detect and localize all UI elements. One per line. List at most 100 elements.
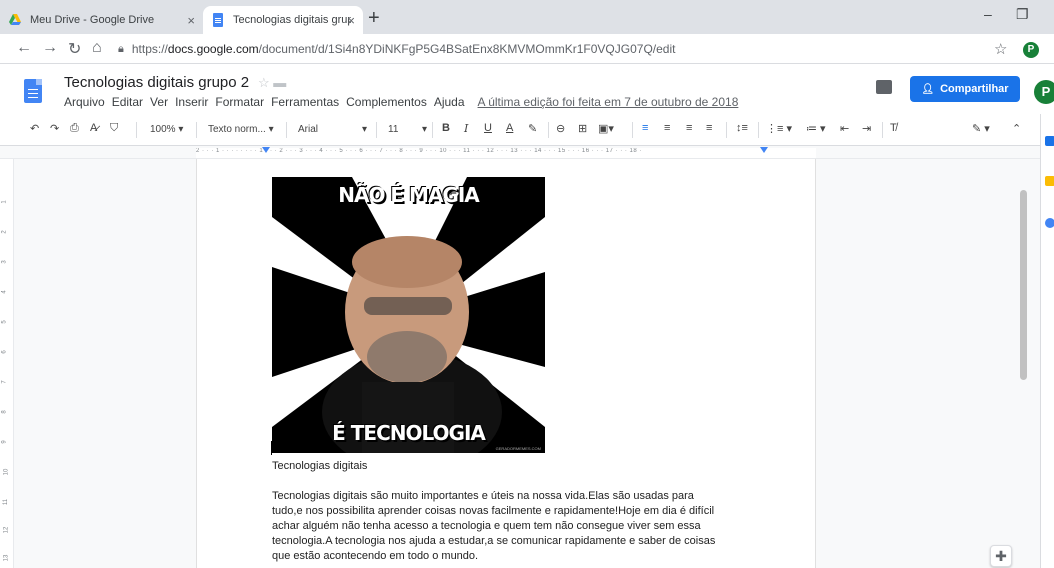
document-canvas: NÃO É MAGIA É TECNOLOGIA GERADORMEMES.CO… bbox=[15, 159, 1040, 568]
paragraph-line[interactable]: que estão acontecendo em todo o mundo. bbox=[272, 549, 752, 564]
ruler-scale: 2 · · · 1 · · · · · · · · 1 · · · 2 · · … bbox=[196, 148, 816, 158]
vertical-ruler: 1 2 3 4 5 6 7 8 9 10 11 12 13 bbox=[0, 159, 14, 568]
paint-format-icon[interactable]: ⛉ bbox=[110, 122, 118, 135]
ruler-mark: 13 bbox=[3, 554, 10, 562]
account-avatar[interactable]: P bbox=[1034, 80, 1054, 104]
meme-bottom-caption: É TECNOLOGIA bbox=[332, 421, 486, 445]
add-comment-icon[interactable]: ⊞ bbox=[578, 122, 587, 135]
minimize-icon[interactable]: – bbox=[984, 6, 992, 22]
comment-history-icon[interactable] bbox=[876, 80, 892, 94]
italic-icon[interactable]: I bbox=[464, 122, 468, 135]
forward-icon[interactable]: → bbox=[42, 39, 58, 57]
style-value: Texto norm... bbox=[208, 124, 266, 135]
close-icon[interactable]: × bbox=[347, 13, 355, 28]
insert-image-icon[interactable]: ▣▾ bbox=[598, 122, 614, 135]
browser-profile-avatar[interactable]: P bbox=[1023, 42, 1039, 58]
browser-tab-strip: Meu Drive - Google Drive × Tecnologias d… bbox=[0, 0, 1054, 34]
collapse-menus-icon[interactable]: ⌃ bbox=[1012, 122, 1021, 135]
link-icon[interactable]: ⊖ bbox=[556, 122, 565, 135]
document-heading[interactable]: Tecnologias digitais bbox=[272, 459, 752, 474]
menu-inserir[interactable]: Inserir bbox=[175, 95, 208, 109]
docs-logo-icon[interactable] bbox=[24, 79, 42, 103]
zoom-value: 100% bbox=[150, 124, 176, 135]
spellcheck-icon[interactable]: A̷ bbox=[90, 122, 97, 134]
google-docs-icon bbox=[213, 13, 223, 27]
ruler-mark: 3 bbox=[1, 260, 8, 264]
undo-icon[interactable]: ↶ bbox=[30, 122, 39, 135]
align-right-icon[interactable]: ≡ bbox=[686, 122, 692, 134]
align-left-icon[interactable]: ≡ bbox=[642, 122, 648, 134]
highlight-icon[interactable]: ✎ bbox=[528, 122, 537, 135]
google-drive-icon bbox=[9, 14, 21, 25]
menu-ferramentas[interactable]: Ferramentas bbox=[271, 95, 339, 109]
zoom-select[interactable]: 100% ▾ bbox=[150, 124, 183, 135]
ruler-mark: 11 bbox=[3, 498, 10, 506]
indent-marker-icon[interactable] bbox=[262, 147, 270, 153]
menu-arquivo[interactable]: Arquivo bbox=[64, 95, 105, 109]
back-icon[interactable]: ← bbox=[16, 39, 32, 57]
align-center-icon[interactable]: ≡ bbox=[664, 122, 670, 134]
browser-tab-docs[interactable]: Tecnologias digitais grupo 2 - Do × bbox=[203, 6, 363, 34]
side-panel bbox=[1040, 114, 1054, 568]
font-size-value: 11 bbox=[388, 124, 399, 135]
explore-button[interactable]: ✚ bbox=[990, 545, 1012, 567]
meme-image[interactable]: NÃO É MAGIA É TECNOLOGIA GERADORMEMES.CO… bbox=[272, 177, 545, 453]
underline-icon[interactable]: U bbox=[484, 122, 492, 134]
style-select[interactable]: Texto norm... ▾ bbox=[208, 124, 274, 135]
text-color-icon[interactable]: A bbox=[506, 122, 513, 134]
star-folder-icons[interactable]: ☆ ▬ bbox=[258, 75, 286, 91]
docs-header: Tecnologias digitais grupo 2 ☆ ▬ Arquivo… bbox=[0, 64, 1054, 114]
numbered-list-icon[interactable]: ⋮≡ ▾ bbox=[766, 122, 792, 135]
bold-icon[interactable]: B bbox=[442, 122, 450, 134]
editing-mode-icon[interactable]: ✎ ▾ bbox=[972, 122, 990, 135]
tasks-icon[interactable] bbox=[1045, 218, 1054, 228]
increase-indent-icon[interactable]: ⇥ bbox=[862, 122, 871, 135]
restore-icon[interactable]: ❐ bbox=[1016, 6, 1029, 23]
decrease-indent-icon[interactable]: ⇤ bbox=[840, 122, 849, 135]
ruler-mark: 9 bbox=[1, 440, 8, 444]
right-indent-marker-icon[interactable] bbox=[760, 147, 768, 153]
ruler-mark: 5 bbox=[1, 320, 8, 324]
document-title[interactable]: Tecnologias digitais grupo 2 bbox=[64, 74, 249, 91]
menu-formatar[interactable]: Formatar bbox=[215, 95, 264, 109]
url-path: /document/d/1Si4n8YDiNKFgP5G4BSatEnx8KMV… bbox=[258, 42, 676, 56]
browser-tab-drive[interactable]: Meu Drive - Google Drive × bbox=[0, 6, 203, 34]
url-field[interactable]: 🔒︎ https:// docs.google.com /document/d/… bbox=[118, 38, 988, 60]
menu-editar[interactable]: Editar bbox=[112, 95, 143, 109]
vertical-scrollbar[interactable] bbox=[1020, 190, 1027, 380]
menu-complementos[interactable]: Complementos bbox=[346, 95, 427, 109]
clear-formatting-icon[interactable]: T̸ bbox=[890, 122, 897, 134]
paragraph-line[interactable]: achar alguém não tenha acesso a tecnolog… bbox=[272, 519, 752, 534]
ruler-mark: 4 bbox=[1, 290, 8, 294]
line-spacing-icon[interactable]: ↕≡ bbox=[736, 122, 748, 134]
new-tab-button[interactable]: + bbox=[368, 8, 380, 28]
bulleted-list-icon[interactable]: ≔ ▾ bbox=[806, 122, 826, 135]
formatting-toolbar: ↶ ↷ ⎙ A̷ ⛉ 100% ▾ Texto norm... ▾ Arial ▾… bbox=[0, 114, 1040, 146]
paragraph-line[interactable]: tudo,e nos possibilita aprender coisas n… bbox=[272, 504, 752, 519]
url-host: docs.google.com bbox=[167, 42, 259, 56]
person-icon: 👤︎ bbox=[921, 83, 935, 95]
close-icon[interactable]: × bbox=[187, 13, 195, 28]
meme-background bbox=[272, 177, 545, 453]
menu-ajuda[interactable]: Ajuda bbox=[434, 95, 465, 109]
paragraph-line[interactable]: Tecnologias digitais são muito important… bbox=[272, 489, 752, 504]
redo-icon[interactable]: ↷ bbox=[50, 122, 59, 135]
print-icon[interactable]: ⎙ bbox=[70, 122, 79, 135]
home-icon[interactable]: ⌂ bbox=[92, 39, 102, 57]
keep-icon[interactable] bbox=[1045, 176, 1054, 186]
calendar-icon[interactable] bbox=[1045, 136, 1054, 146]
paragraph-line[interactable]: tecnologia.A tecnologia nos ajuda a estu… bbox=[272, 534, 752, 549]
reload-icon[interactable]: ↻ bbox=[68, 39, 81, 59]
tab-label: Meu Drive - Google Drive bbox=[30, 14, 155, 26]
document-page[interactable]: NÃO É MAGIA É TECNOLOGIA GERADORMEMES.CO… bbox=[196, 159, 816, 568]
menu-ver[interactable]: Ver bbox=[150, 95, 168, 109]
last-edit-link[interactable]: A última edição foi feita em 7 de outubr… bbox=[478, 95, 739, 109]
font-select[interactable]: Arial ▾ bbox=[298, 124, 370, 135]
align-justify-icon[interactable]: ≡ bbox=[706, 122, 712, 134]
bookmark-star-icon[interactable]: ☆ bbox=[994, 40, 1007, 58]
address-bar: ← → ↻ ⌂ 🔒︎ https:// docs.google.com /doc… bbox=[0, 34, 1054, 64]
font-size-select[interactable]: 11 ▾ bbox=[388, 124, 428, 135]
font-value: Arial bbox=[298, 124, 319, 135]
ruler-mark: 2 bbox=[1, 230, 8, 234]
share-button[interactable]: 👤︎ Compartilhar bbox=[910, 76, 1020, 102]
